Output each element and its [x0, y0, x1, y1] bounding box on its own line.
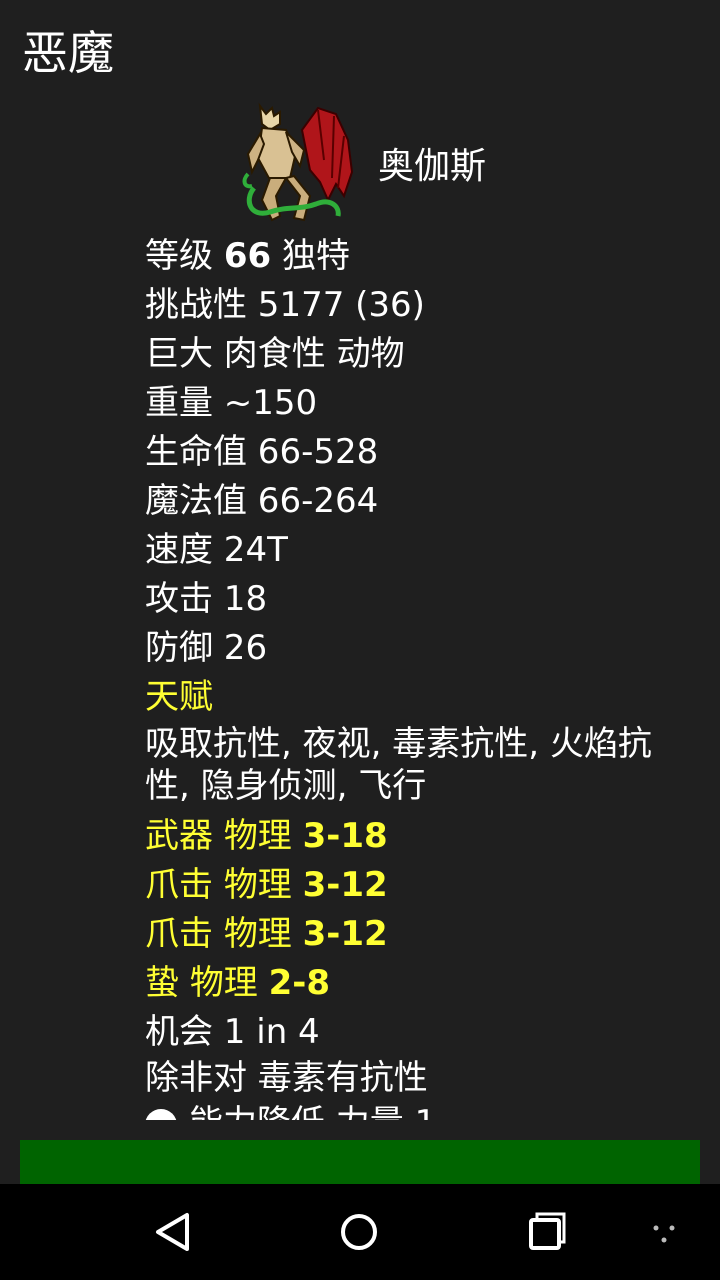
- page-title: 恶魔: [22, 26, 114, 80]
- attack-damage: 2-8: [268, 963, 331, 1003]
- weight-row: 重量 ~150: [145, 383, 318, 423]
- attack-type: 物理: [223, 865, 292, 905]
- monster-name: 奥伽斯: [378, 146, 487, 187]
- recents-square-icon[interactable]: [516, 1202, 576, 1262]
- home-circle-icon[interactable]: [329, 1202, 389, 1262]
- sting-condition: 除非对 毒素有抗性: [145, 1058, 428, 1098]
- attack-damage: 3-18: [302, 816, 388, 856]
- attack-name: 爪击: [145, 865, 213, 905]
- attack-damage: 3-12: [302, 865, 388, 905]
- attack-name: 爪击: [145, 914, 213, 954]
- navigation-bar: [0, 1184, 720, 1280]
- attack-type: 物理: [223, 816, 292, 856]
- attack-damage: 3-12: [302, 914, 388, 954]
- sting-chance: 机会 1 in 4: [145, 1012, 320, 1052]
- monster-stats-panel[interactable]: 等级 66 独特 挑战性 5177 (36) 巨大 肉食性 动物 重量 ~150…: [145, 232, 675, 1120]
- mp-row: 魔法值 66-264: [145, 481, 379, 521]
- level-row: 等级 66 独特: [145, 232, 675, 281]
- winged-demon-icon: [240, 100, 358, 226]
- dots-icon[interactable]: [636, 1202, 696, 1262]
- attack-entry: 蛰 物理 2-8: [145, 959, 675, 1008]
- attack-entry: 爪击 物理 3-12: [145, 910, 675, 959]
- attack-row: 攻击 18: [145, 579, 268, 619]
- level-label: 等级: [145, 236, 213, 276]
- back-triangle-icon[interactable]: [143, 1202, 203, 1262]
- hp-row: 生命值 66-528: [145, 432, 379, 472]
- attack-name: 武器: [145, 816, 213, 856]
- attack-type: 物理: [189, 963, 258, 1003]
- half-circle-icon: [145, 1108, 177, 1120]
- level-tag: 独特: [281, 236, 350, 276]
- level-value: 66: [223, 236, 272, 276]
- attack-name: 蛰: [145, 963, 179, 1003]
- traits-row: 巨大 肉食性 动物: [145, 334, 405, 374]
- challenge-row: 挑战性 5177 (36): [145, 285, 425, 325]
- attack-entry: 武器 物理 3-18: [145, 812, 675, 861]
- sting-effect-text: 能力降低 力量 1: [189, 1103, 436, 1120]
- defense-row: 防御 26: [145, 628, 268, 668]
- speed-row: 速度 24T: [145, 530, 288, 570]
- attack-type: 物理: [223, 914, 292, 954]
- talents-heading: 天赋: [145, 677, 213, 717]
- talents-list: 吸取抗性, 夜视, 毒素抗性, 火焰抗性, 隐身侦测, 飞行: [145, 724, 652, 806]
- sting-effect-row: 能力降低 力量 1: [145, 1099, 675, 1120]
- attack-entry: 爪击 物理 3-12: [145, 861, 675, 910]
